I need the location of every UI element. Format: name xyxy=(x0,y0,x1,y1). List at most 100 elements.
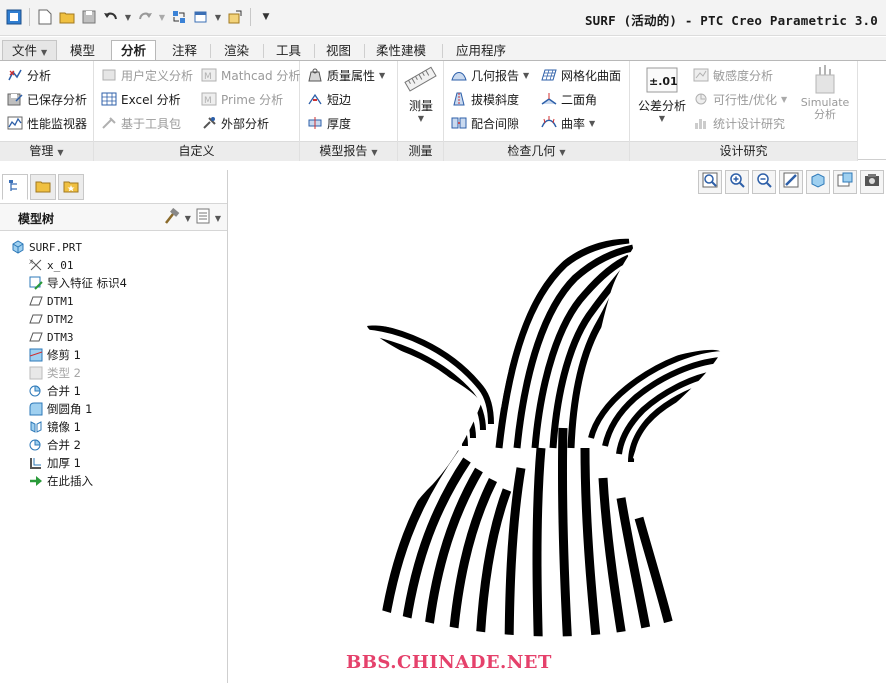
prime-analysis-button[interactable]: M Prime 分析 xyxy=(200,88,283,110)
mass-properties-button[interactable]: 质量属性 ▼ xyxy=(306,64,385,86)
analysis-button[interactable]: 分析 xyxy=(6,64,51,86)
ribbon-group-manage-footer[interactable]: 管理 ▼ xyxy=(0,141,93,161)
ribbon-tab-bar: 文件 ▼ 模型 分析 注释 渲染 工具 视图 柔性建模 应用程序 xyxy=(0,37,886,61)
show-list-icon[interactable] xyxy=(195,208,211,228)
zoom-out-button[interactable] xyxy=(752,170,776,194)
tree-item-mirror[interactable]: 镜像 1 xyxy=(28,418,81,436)
tree-item-dtm3[interactable]: DTM3 xyxy=(28,328,74,346)
tree-item-insert-here[interactable]: 在此插入 xyxy=(28,472,93,490)
ribbon-group-inspect-geometry-footer[interactable]: 检查几何 ▼ xyxy=(444,141,629,161)
undo-dropdown-icon[interactable]: ▼ xyxy=(123,6,133,28)
folder-browser-tab[interactable] xyxy=(30,174,56,200)
short-edge-button[interactable]: 短边 xyxy=(306,88,351,110)
zoom-out-icon xyxy=(756,172,772,192)
measure-button[interactable]: 测量 ▼ xyxy=(401,65,441,123)
clearance-button[interactable]: 配合间隙 xyxy=(450,112,519,134)
statistical-design-study-button[interactable]: 统计设计研究 xyxy=(692,112,785,134)
curvature-button[interactable]: 曲率 ▼ xyxy=(540,112,595,134)
tree-item-thicken[interactable]: 加厚 1 xyxy=(28,454,81,472)
tab-tools[interactable]: 工具 xyxy=(266,40,311,61)
tab-model[interactable]: 模型 xyxy=(60,40,105,61)
tab-render[interactable]: 渲染 xyxy=(214,40,259,61)
svg-text:M: M xyxy=(204,96,212,106)
new-icon[interactable] xyxy=(35,6,55,28)
datum-plane-icon xyxy=(28,330,44,344)
merge-icon xyxy=(28,438,44,452)
tree-item-dtm1[interactable]: DTM1 xyxy=(28,292,74,310)
mathcad-analysis-button[interactable]: M Mathcad 分析 xyxy=(200,64,300,86)
group-label: 模型报告 xyxy=(319,144,368,158)
type-icon xyxy=(28,366,44,380)
ribbon-group-inspect-geometry: 几何报告 ▼ 拔模斜度 配合间隙 网格化曲面 二面角 曲率 ▼ 检查几何 ▼ xyxy=(444,61,630,161)
thickness-button[interactable]: 厚度 xyxy=(306,112,351,134)
geometry-report-button[interactable]: 几何报告 ▼ xyxy=(450,64,529,86)
sensitivity-analysis-button[interactable]: 敏感度分析 xyxy=(692,64,773,86)
tree-item-dtm2[interactable]: DTM2 xyxy=(28,310,74,328)
user-defined-analysis-button[interactable]: 用户定义分析 xyxy=(100,64,193,86)
settings-hammer-icon[interactable] xyxy=(163,207,181,228)
saved-views-button[interactable] xyxy=(833,170,857,194)
tree-item-csys[interactable]: X x_01 xyxy=(28,256,74,274)
tab-label: 模型 xyxy=(70,43,96,58)
display-style-button[interactable] xyxy=(806,170,830,194)
tab-flexible-modeling[interactable]: 柔性建模 xyxy=(366,40,436,61)
csys-icon: X xyxy=(28,258,44,272)
curvature-label: 曲率 xyxy=(561,116,586,131)
optimization-label: 可行性/优化 xyxy=(713,92,778,107)
tolerance-analysis-button[interactable]: ±.01 公差分析 ▼ xyxy=(634,65,690,123)
mesh-surface-button[interactable]: 网格化曲面 xyxy=(540,64,621,86)
ribbon-group-model-report-footer[interactable]: 模型报告 ▼ xyxy=(300,141,397,161)
view-manager-button[interactable] xyxy=(860,170,884,194)
customize-icon[interactable]: ▼ xyxy=(256,6,276,28)
tab-applications[interactable]: 应用程序 xyxy=(446,40,516,61)
clearance-icon xyxy=(450,116,467,131)
simulate-analysis-button[interactable]: Simulate 分析 xyxy=(796,65,854,121)
tree-root[interactable]: SURF.PRT xyxy=(10,238,82,256)
repaint-button[interactable] xyxy=(779,170,803,194)
tree-item-round[interactable]: 倒圆角 1 xyxy=(28,400,92,418)
refit-icon xyxy=(702,172,718,192)
windows-dropdown-icon[interactable]: ▼ xyxy=(213,6,223,28)
favorites-icon xyxy=(63,179,79,196)
dihedral-angle-button[interactable]: 二面角 xyxy=(540,88,597,110)
toolkit-analysis-button[interactable]: 基于工具包 xyxy=(100,112,181,134)
regenerate-icon[interactable] xyxy=(169,6,189,28)
save-icon[interactable] xyxy=(79,6,99,28)
windows-icon[interactable] xyxy=(191,6,211,28)
thickness-icon xyxy=(306,116,323,131)
zebra-surface-model[interactable] xyxy=(229,198,886,683)
chevron-down-icon[interactable]: ▼ xyxy=(215,214,221,223)
tab-annotate[interactable]: 注释 xyxy=(162,40,207,61)
tab-analysis[interactable]: 分析 xyxy=(111,40,157,61)
optimization-button[interactable]: 可行性/优化 ▼ xyxy=(692,88,787,110)
open-icon[interactable] xyxy=(57,6,77,28)
tree-item-import-feature[interactable]: 导入特征 标识4 xyxy=(28,274,127,292)
tree-item-merge-1[interactable]: 合并 1 xyxy=(28,382,81,400)
redo-dropdown-icon[interactable]: ▼ xyxy=(157,6,167,28)
model-tree-tab[interactable] xyxy=(2,174,28,200)
tree-item-merge-2[interactable]: 合并 2 xyxy=(28,436,81,454)
undo-icon[interactable] xyxy=(101,6,121,28)
insert-here-icon xyxy=(28,474,44,488)
refit-button[interactable] xyxy=(698,170,722,194)
chevron-down-icon[interactable]: ▼ xyxy=(185,214,191,223)
tab-view[interactable]: 视图 xyxy=(316,40,361,61)
redo-icon[interactable] xyxy=(135,6,155,28)
external-analysis-button[interactable]: 外部分析 xyxy=(200,112,269,134)
saved-analysis-label: 已保存分析 xyxy=(27,92,88,107)
app-icon[interactable] xyxy=(4,6,24,28)
tab-file[interactable]: 文件 ▼ xyxy=(2,40,58,61)
performance-monitor-button[interactable]: 性能监视器 xyxy=(6,112,87,134)
graphics-viewport[interactable] xyxy=(229,198,886,683)
close-window-icon[interactable] xyxy=(225,6,245,28)
saved-analysis-button[interactable]: 已保存分析 xyxy=(6,88,87,110)
tree-item-type[interactable]: 类型 2 xyxy=(28,364,81,382)
excel-analysis-button[interactable]: Excel 分析 xyxy=(100,88,181,110)
favorites-tab[interactable] xyxy=(58,174,84,200)
tree-item-trim[interactable]: 修剪 1 xyxy=(28,346,81,364)
thicken-icon xyxy=(28,456,44,470)
tree-item-label: 合并 2 xyxy=(47,438,81,452)
zoom-in-button[interactable] xyxy=(725,170,749,194)
chevron-down-icon: ▼ xyxy=(57,148,64,157)
draft-button[interactable]: 拔模斜度 xyxy=(450,88,519,110)
